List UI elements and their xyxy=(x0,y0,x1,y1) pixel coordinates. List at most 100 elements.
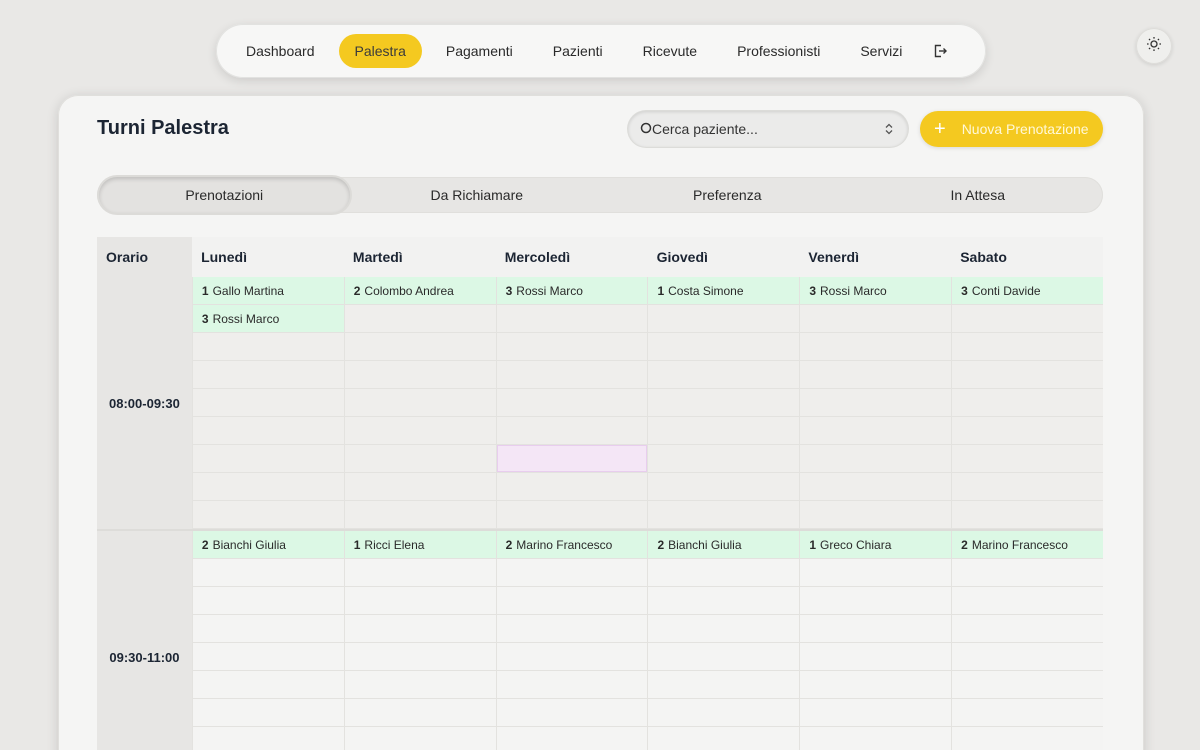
empty-slot[interactable] xyxy=(952,473,1104,501)
booking-entry[interactable]: 1 Gallo Martina xyxy=(192,277,344,305)
empty-slot[interactable] xyxy=(952,305,1104,333)
nav-item-pazienti[interactable]: Pazienti xyxy=(537,34,619,68)
theme-toggle-button[interactable] xyxy=(1136,28,1172,64)
empty-slot[interactable] xyxy=(800,389,952,417)
nav-item-palestra[interactable]: Palestra xyxy=(338,34,422,68)
booking-entry[interactable]: 1 Ricci Elena xyxy=(344,531,496,559)
tab-da-richiamare[interactable]: Da Richiamare xyxy=(352,177,603,213)
empty-slot[interactable] xyxy=(344,389,496,417)
empty-slot[interactable] xyxy=(800,417,952,445)
tab-in-attesa[interactable]: In Attesa xyxy=(853,177,1104,213)
empty-slot[interactable] xyxy=(192,671,344,699)
empty-slot[interactable] xyxy=(496,305,648,333)
empty-slot[interactable] xyxy=(952,389,1104,417)
booking-entry[interactable]: 3 Rossi Marco xyxy=(800,277,952,305)
booking-entry[interactable]: 1 Greco Chiara xyxy=(800,531,952,559)
empty-slot[interactable] xyxy=(648,699,800,727)
booking-entry[interactable]: 3 Rossi Marco xyxy=(192,305,344,333)
tab-prenotazioni[interactable]: Prenotazioni xyxy=(99,177,350,213)
empty-slot[interactable] xyxy=(192,643,344,671)
empty-slot[interactable] xyxy=(192,615,344,643)
empty-slot[interactable] xyxy=(344,643,496,671)
empty-slot[interactable] xyxy=(648,587,800,615)
empty-slot[interactable] xyxy=(496,361,648,389)
empty-slot[interactable] xyxy=(344,361,496,389)
empty-slot[interactable] xyxy=(800,559,952,587)
empty-slot[interactable] xyxy=(648,445,800,473)
empty-slot[interactable] xyxy=(648,727,800,750)
empty-slot[interactable] xyxy=(496,501,648,529)
empty-slot[interactable] xyxy=(496,727,648,750)
booking-entry[interactable]: 2 Marino Francesco xyxy=(496,531,648,559)
empty-slot[interactable] xyxy=(800,615,952,643)
empty-slot[interactable] xyxy=(192,473,344,501)
empty-slot[interactable] xyxy=(800,333,952,361)
empty-slot[interactable] xyxy=(648,615,800,643)
empty-slot[interactable] xyxy=(192,587,344,615)
empty-slot[interactable] xyxy=(800,305,952,333)
tab-preferenza[interactable]: Preferenza xyxy=(602,177,853,213)
empty-slot[interactable] xyxy=(952,643,1104,671)
logout-icon[interactable] xyxy=(930,41,950,61)
booking-entry[interactable]: 2 Bianchi Giulia xyxy=(192,531,344,559)
chevron-updown-icon[interactable] xyxy=(882,122,896,136)
empty-slot[interactable] xyxy=(496,699,648,727)
empty-slot[interactable] xyxy=(496,389,648,417)
empty-slot[interactable] xyxy=(648,333,800,361)
empty-slot[interactable] xyxy=(344,305,496,333)
nav-item-professionisti[interactable]: Professionisti xyxy=(721,34,836,68)
empty-slot[interactable] xyxy=(952,445,1104,473)
empty-slot[interactable] xyxy=(800,699,952,727)
nav-item-dashboard[interactable]: Dashboard xyxy=(230,34,331,68)
new-booking-button[interactable]: + Nuova Prenotazione xyxy=(920,111,1103,147)
empty-slot[interactable] xyxy=(496,671,648,699)
empty-slot[interactable] xyxy=(648,501,800,529)
empty-slot[interactable] xyxy=(952,699,1104,727)
empty-slot[interactable] xyxy=(344,473,496,501)
empty-slot[interactable] xyxy=(192,559,344,587)
empty-slot[interactable] xyxy=(648,305,800,333)
empty-slot[interactable] xyxy=(952,559,1104,587)
empty-slot[interactable] xyxy=(192,699,344,727)
patient-search[interactable] xyxy=(628,111,908,147)
nav-item-servizi[interactable]: Servizi xyxy=(844,34,918,68)
empty-slot[interactable] xyxy=(496,587,648,615)
empty-slot[interactable] xyxy=(192,417,344,445)
empty-slot[interactable] xyxy=(344,445,496,473)
empty-slot[interactable] xyxy=(192,361,344,389)
empty-slot[interactable] xyxy=(800,361,952,389)
booking-entry[interactable]: 2 Bianchi Giulia xyxy=(648,531,800,559)
empty-slot[interactable] xyxy=(648,559,800,587)
empty-slot[interactable] xyxy=(344,559,496,587)
empty-slot[interactable] xyxy=(952,417,1104,445)
empty-slot[interactable] xyxy=(496,417,648,445)
search-input[interactable] xyxy=(652,121,882,137)
empty-slot[interactable] xyxy=(192,333,344,361)
highlighted-slot[interactable] xyxy=(496,445,648,473)
nav-item-ricevute[interactable]: Ricevute xyxy=(627,34,713,68)
empty-slot[interactable] xyxy=(648,671,800,699)
empty-slot[interactable] xyxy=(952,671,1104,699)
empty-slot[interactable] xyxy=(648,643,800,671)
empty-slot[interactable] xyxy=(344,615,496,643)
empty-slot[interactable] xyxy=(192,445,344,473)
empty-slot[interactable] xyxy=(192,727,344,750)
empty-slot[interactable] xyxy=(496,643,648,671)
booking-entry[interactable]: 2 Colombo Andrea xyxy=(344,277,496,305)
empty-slot[interactable] xyxy=(952,501,1104,529)
empty-slot[interactable] xyxy=(344,727,496,750)
empty-slot[interactable] xyxy=(800,445,952,473)
empty-slot[interactable] xyxy=(800,671,952,699)
empty-slot[interactable] xyxy=(800,501,952,529)
empty-slot[interactable] xyxy=(648,389,800,417)
empty-slot[interactable] xyxy=(952,333,1104,361)
empty-slot[interactable] xyxy=(952,615,1104,643)
empty-slot[interactable] xyxy=(800,643,952,671)
empty-slot[interactable] xyxy=(800,473,952,501)
empty-slot[interactable] xyxy=(496,333,648,361)
empty-slot[interactable] xyxy=(648,417,800,445)
nav-item-pagamenti[interactable]: Pagamenti xyxy=(430,34,529,68)
empty-slot[interactable] xyxy=(648,361,800,389)
empty-slot[interactable] xyxy=(344,587,496,615)
booking-entry[interactable]: 3 Rossi Marco xyxy=(496,277,648,305)
